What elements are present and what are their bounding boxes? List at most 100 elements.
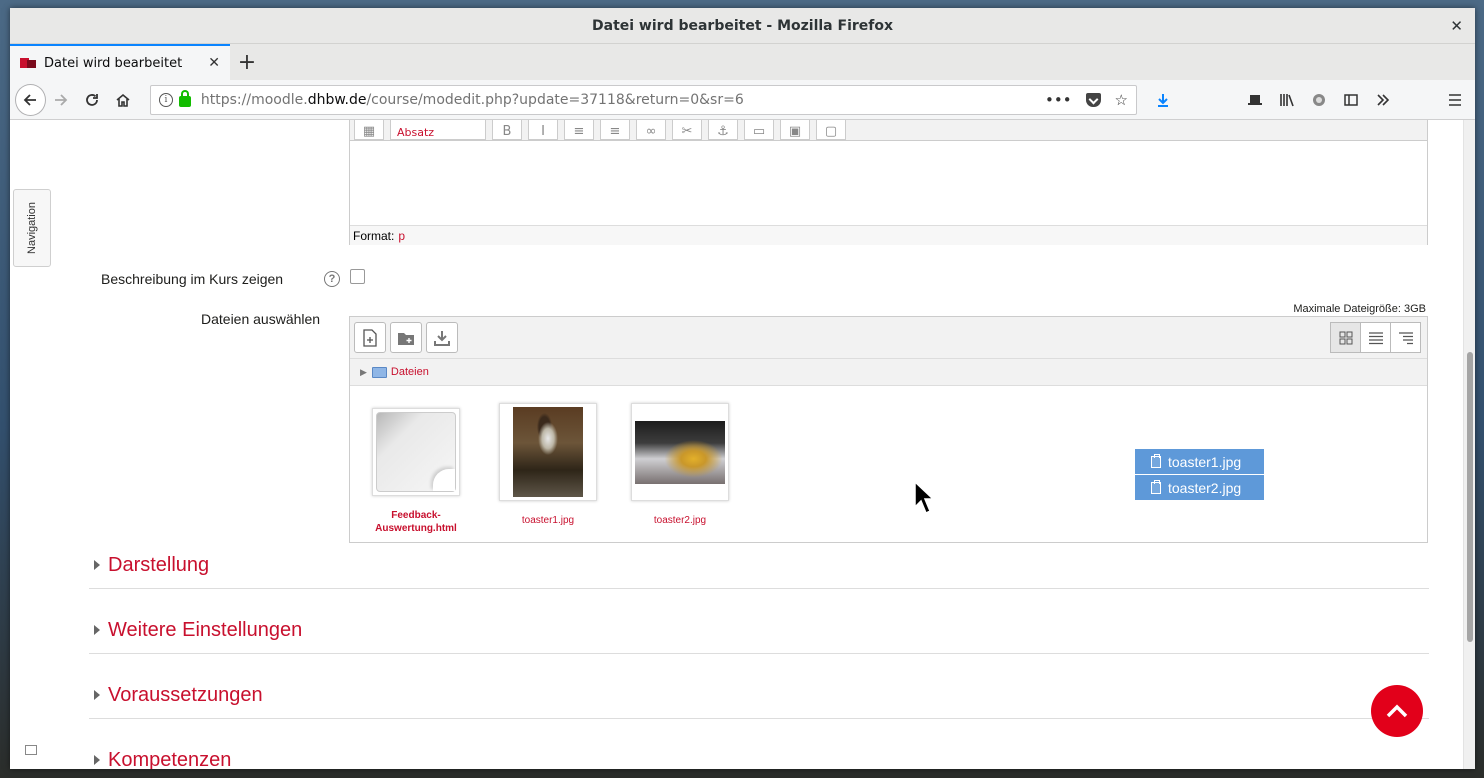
window-title: Datei wird bearbeitet - Mozilla Firefox (592, 17, 893, 34)
section-title[interactable]: Kompetenzen (108, 749, 231, 770)
tab-strip: Datei wird bearbeitet ✕ + (10, 44, 1475, 80)
page-scrollbar[interactable] (1463, 120, 1475, 769)
clipboard-icon (1151, 479, 1161, 494)
tab-close-icon[interactable]: ✕ (208, 55, 220, 71)
collapse-caret-icon (94, 690, 100, 700)
url-tools: ••• ☆ (1045, 91, 1128, 109)
hamburger-menu-icon[interactable] (1439, 84, 1471, 116)
expand-triangle-icon[interactable]: ▶ (360, 367, 367, 378)
forward-button[interactable] (46, 84, 77, 116)
collapse-caret-icon (94, 755, 100, 765)
view-details-button[interactable] (1360, 322, 1391, 353)
file-item[interactable]: Feedback-Auswertung.html (372, 408, 460, 535)
laptop-icon[interactable] (1239, 84, 1271, 116)
file-item[interactable]: toaster2.jpg (631, 403, 729, 527)
description-editor: ▦ Absatz B I ≡ ≡ ∞ ✂ ⚓ ▭ ▣ ▢ Format: p (349, 120, 1428, 245)
section-voraussetzungen[interactable]: Voraussetzungen (89, 672, 1429, 719)
section-title[interactable]: Weitere Einstellungen (108, 619, 302, 642)
collapse-caret-icon (94, 625, 100, 635)
overflow-chevron-icon[interactable] (1367, 84, 1399, 116)
view-icons-button[interactable] (1330, 322, 1361, 353)
sidebar-icon[interactable] (1335, 84, 1367, 116)
download-all-button[interactable] (426, 322, 458, 353)
show-description-checkbox[interactable] (350, 269, 365, 284)
scrollbar-thumb[interactable] (1467, 352, 1473, 642)
url-bar[interactable]: i https://moodle. dhbw.de/course/modedit.… (149, 84, 1137, 115)
document-icon (376, 412, 456, 492)
page-actions-icon[interactable]: ••• (1045, 91, 1072, 109)
editor-statusbar: Format: p (350, 225, 1427, 245)
url-path: /course/modedit.php?update=37118&return=… (366, 91, 744, 108)
back-button[interactable] (15, 83, 46, 116)
info-icon[interactable]: i (158, 92, 173, 107)
close-window-icon[interactable]: ✕ (1450, 17, 1463, 35)
file-name[interactable]: toaster1.jpg (499, 514, 597, 527)
file-thumbnail[interactable] (372, 408, 460, 496)
section-kompetenzen[interactable]: Kompetenzen (89, 737, 1429, 769)
file-thumbnail[interactable] (631, 403, 729, 501)
page-settings-icon[interactable] (25, 745, 37, 755)
drag-file-name: toaster1.jpg (1168, 453, 1242, 470)
clipboard-icon (1151, 453, 1161, 468)
breadcrumb-dateien[interactable]: Dateien (391, 366, 429, 378)
unlink-button[interactable]: ✂ (672, 120, 702, 140)
link-button[interactable]: ∞ (636, 120, 666, 140)
scroll-to-top-button[interactable] (1371, 685, 1423, 737)
collapse-caret-icon (94, 560, 100, 570)
manage-files-button[interactable]: ▢ (816, 120, 846, 140)
navigation-label: Navigation (26, 202, 39, 254)
title-bar: Datei wird bearbeitet - Mozilla Firefox … (10, 8, 1475, 44)
italic-button[interactable]: I (528, 120, 558, 140)
lock-icon[interactable] (178, 90, 191, 107)
bold-button[interactable]: B (492, 120, 522, 140)
mouse-cursor-icon (914, 481, 935, 515)
editor-toolbar: ▦ Absatz B I ≡ ≡ ∞ ✂ ⚓ ▭ ▣ ▢ (350, 120, 1427, 141)
create-folder-button[interactable] (390, 322, 422, 353)
firefox-window: Datei wird bearbeitet - Mozilla Firefox … (10, 8, 1475, 769)
editor-keyboard-button[interactable]: ▦ (354, 120, 384, 140)
image-button[interactable]: ▭ (744, 120, 774, 140)
reload-button[interactable] (76, 84, 107, 116)
section-title[interactable]: Darstellung (108, 554, 209, 577)
file-manager-toolbar (350, 317, 1427, 359)
drag-ghost-item: toaster1.jpg (1135, 449, 1264, 474)
new-tab-button[interactable]: + (230, 44, 264, 80)
home-button[interactable] (107, 84, 138, 116)
add-file-button[interactable] (354, 322, 386, 353)
section-title[interactable]: Voraussetzungen (108, 684, 263, 707)
help-icon[interactable]: ? (324, 271, 340, 287)
max-file-size: Maximale Dateigröße: 3GB (1293, 303, 1426, 315)
download-icon[interactable] (1147, 84, 1179, 116)
photo-thumbnail-toaster2 (635, 420, 725, 484)
extension-icon[interactable] (1303, 84, 1335, 116)
drag-file-name: toaster2.jpg (1168, 479, 1242, 496)
file-item[interactable]: toaster1.jpg (499, 403, 597, 527)
view-tree-button[interactable] (1390, 322, 1421, 353)
toolbar-right (1147, 84, 1471, 116)
anchor-button[interactable]: ⚓ (708, 120, 738, 140)
file-thumbnail[interactable] (499, 403, 597, 501)
file-name[interactable]: toaster2.jpg (631, 514, 729, 527)
bookmark-star-icon[interactable]: ☆ (1115, 91, 1128, 109)
unordered-list-button[interactable]: ≡ (564, 120, 594, 140)
section-weitere-einstellungen[interactable]: Weitere Einstellungen (89, 607, 1429, 654)
files-label: Dateien auswählen (201, 311, 321, 327)
format-value[interactable]: p (398, 229, 405, 243)
navigation-drawer-toggle[interactable]: Navigation (13, 189, 51, 267)
file-name[interactable]: Feedback-Auswertung.html (362, 509, 470, 535)
tab-active[interactable]: Datei wird bearbeitet ✕ (10, 44, 230, 80)
ordered-list-button[interactable]: ≡ (600, 120, 630, 140)
folder-icon (371, 366, 387, 378)
media-button[interactable]: ▣ (780, 120, 810, 140)
section-darstellung[interactable]: Darstellung (89, 542, 1429, 589)
format-label: Format: (353, 228, 395, 243)
library-icon[interactable] (1271, 84, 1303, 116)
paragraph-format-select[interactable]: Absatz (390, 120, 486, 140)
url-host: dhbw.de (307, 91, 367, 108)
chevron-up-icon (1386, 704, 1408, 718)
editor-text-area[interactable] (350, 141, 1427, 225)
tab-title: Datei wird bearbeitet (44, 55, 183, 71)
drag-ghost-item: toaster2.jpg (1135, 475, 1264, 500)
pocket-icon[interactable] (1085, 92, 1101, 107)
